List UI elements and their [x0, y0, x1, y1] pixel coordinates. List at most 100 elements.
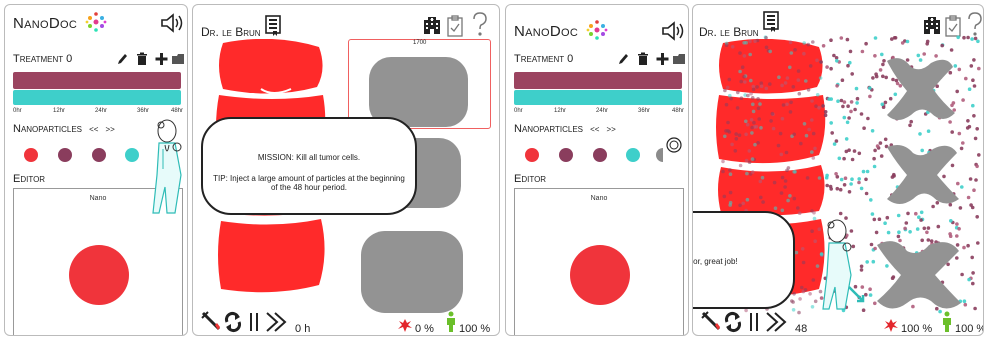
np-prev-button[interactable]: <<	[89, 125, 98, 134]
restart-icon[interactable]	[223, 311, 243, 333]
document-icon[interactable]	[265, 15, 281, 37]
nanoparticle-4[interactable]	[125, 148, 139, 162]
treatment-title: Treatment 0	[514, 53, 574, 65]
clipboard-icon[interactable]	[945, 15, 961, 37]
swarm-particle	[749, 118, 754, 122]
swarm-particle	[764, 86, 769, 91]
swarm-particle	[904, 221, 909, 225]
swarm-particle	[788, 40, 793, 45]
timeline-track-top[interactable]	[13, 72, 181, 89]
nanoparticle-4[interactable]	[626, 148, 640, 162]
swarm-particle	[868, 94, 872, 99]
document-icon[interactable]	[763, 11, 779, 33]
swarm-particle	[757, 117, 761, 121]
swarm-particle	[730, 45, 735, 49]
swarm-particle	[969, 64, 974, 68]
swarm-particle	[914, 211, 918, 216]
swarm-particle	[812, 210, 816, 215]
swarm-particle	[778, 131, 783, 136]
swarm-particle	[734, 132, 738, 136]
swarm-particle	[760, 175, 765, 180]
swarm-particle	[724, 43, 729, 47]
nanoparticle-1[interactable]	[24, 148, 38, 162]
folder-icon[interactable]	[672, 53, 686, 65]
swarm-particle	[842, 183, 847, 187]
swarm-particle	[843, 176, 848, 180]
timeline-track-bottom[interactable]	[13, 90, 181, 105]
swarm-particle	[776, 143, 781, 148]
swarm-particle	[854, 86, 859, 91]
add-icon[interactable]	[155, 52, 168, 66]
tick-36: 36hr	[638, 108, 651, 114]
swarm-particle	[875, 144, 880, 148]
tick-12: 12hr	[554, 108, 567, 114]
swarm-particle	[746, 93, 750, 98]
timer: 0 h	[295, 323, 310, 335]
editor-canvas[interactable]: Nano	[514, 188, 684, 335]
swarm-particle	[972, 114, 976, 118]
swarm-particle	[846, 104, 850, 108]
swarm-particle	[865, 260, 869, 264]
fast-forward-icon[interactable]	[765, 311, 791, 333]
editor-particle[interactable]	[69, 245, 129, 305]
swarm-particle	[845, 120, 850, 125]
swarm-particle	[957, 131, 962, 136]
nanoparticle-3[interactable]	[92, 148, 106, 162]
editor-canvas-title: Nano	[590, 195, 608, 202]
fast-forward-icon[interactable]	[265, 311, 291, 333]
clipboard-icon[interactable]	[447, 15, 463, 37]
hospital-icon[interactable]	[423, 17, 441, 35]
trash-icon[interactable]	[637, 52, 649, 66]
timeline-track-bottom[interactable]	[514, 90, 682, 105]
np-next-button[interactable]: >>	[105, 125, 114, 134]
nanoparticle-2[interactable]	[559, 148, 573, 162]
trash-icon[interactable]	[136, 52, 148, 66]
nanoparticle-1[interactable]	[525, 148, 539, 162]
timeline-track-top[interactable]	[514, 72, 682, 89]
swarm-particle	[722, 194, 727, 199]
pencil-icon[interactable]	[116, 52, 128, 66]
swarm-particle	[783, 179, 788, 183]
add-icon[interactable]	[656, 52, 669, 66]
swarm-particle	[742, 54, 747, 58]
syringe-icon[interactable]	[701, 311, 721, 333]
swarm-particle	[750, 125, 754, 130]
swarm-particle	[835, 59, 839, 63]
np-next-button[interactable]: >>	[606, 125, 615, 134]
syringe-icon[interactable]	[201, 311, 221, 333]
swarm-particle	[874, 72, 878, 76]
speaker-icon[interactable]	[660, 20, 686, 42]
nanoparticle-2[interactable]	[58, 148, 72, 162]
np-prev-button[interactable]: <<	[590, 125, 599, 134]
swarm-particle	[726, 129, 730, 133]
app-logo: NanoDoc	[13, 15, 78, 32]
swarm-particle	[764, 45, 769, 50]
swarm-particle	[868, 86, 872, 90]
swarm-particle	[974, 178, 978, 182]
swarm-particle	[847, 116, 851, 120]
pause-icon[interactable]	[248, 311, 260, 333]
restart-icon[interactable]	[723, 311, 743, 333]
health-icon	[447, 311, 455, 332]
pencil-icon[interactable]	[617, 52, 629, 66]
swarm-particle	[830, 131, 834, 135]
pause-icon[interactable]	[748, 311, 760, 333]
swarm-particle	[835, 186, 840, 191]
editor-particle[interactable]	[570, 245, 630, 305]
swarm-particle	[864, 177, 868, 182]
nanoparticle-3[interactable]	[593, 148, 607, 162]
swarm-particle	[852, 149, 857, 153]
tick-48: 48hr	[171, 108, 184, 114]
hospital-icon[interactable]	[923, 17, 941, 35]
swarm-particle	[832, 142, 837, 146]
speaker-icon[interactable]	[159, 12, 185, 34]
swarm-particle	[810, 150, 814, 154]
smiley-icon[interactable]	[666, 137, 682, 153]
swarm-particle	[825, 173, 829, 178]
nanoparticles-title: Nanoparticles	[13, 123, 82, 135]
folder-icon[interactable]	[171, 53, 185, 65]
help-icon[interactable]	[471, 12, 489, 38]
swarm-particle	[925, 39, 930, 44]
swarm-particle	[828, 184, 833, 189]
editor-label: Editor	[514, 173, 547, 185]
